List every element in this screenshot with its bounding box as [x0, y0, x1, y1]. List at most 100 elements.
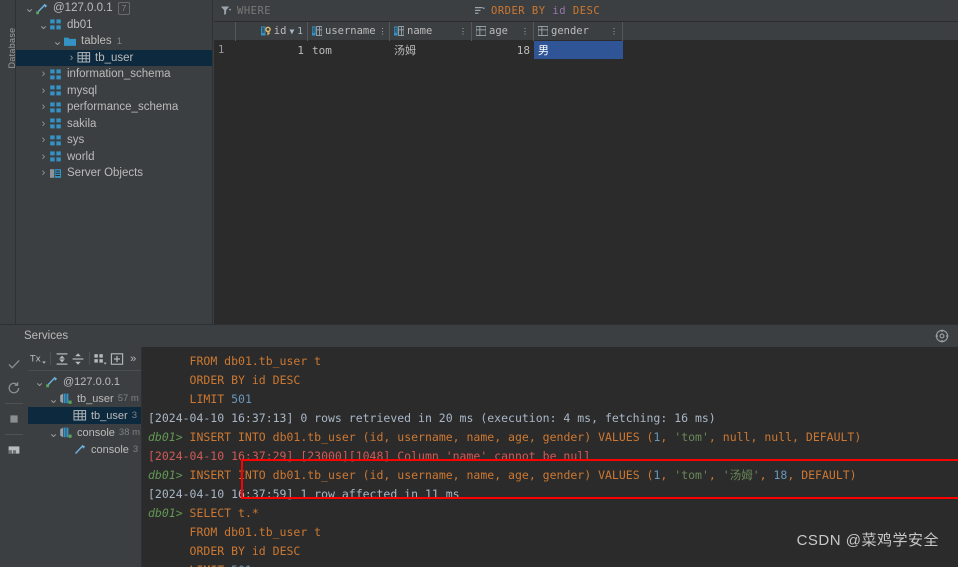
chevron-down-icon[interactable]: ⌄: [38, 19, 49, 31]
console-token: [148, 373, 190, 387]
chevron-right-icon[interactable]: ›: [66, 50, 77, 66]
sort-handle-icon[interactable]: ⋮: [379, 27, 387, 36]
console-token: 'tom': [674, 468, 709, 482]
grid-cell-gender[interactable]: 男: [534, 41, 623, 59]
sort-handle-icon[interactable]: ⋮: [521, 27, 529, 36]
grid-header-gender[interactable]: gender ⋮: [534, 21, 623, 41]
services-tree-item-tb_user[interactable]: ⌄ tb_user 57 m: [28, 390, 141, 407]
console-token: DEFAULT: [801, 468, 850, 482]
chevron-right-icon[interactable]: ›: [38, 99, 49, 115]
console-token: [2024-04-10 16:37:13] 0 rows retrieved i…: [148, 411, 716, 425]
chevron-down-icon[interactable]: ⌄: [34, 376, 45, 388]
db-tree-item-tb_user[interactable]: › tb_user: [16, 49, 212, 66]
rollback-icon[interactable]: [2, 376, 26, 400]
console-token: ): [584, 430, 599, 444]
group-icon[interactable]: [93, 349, 108, 369]
settings-gear-icon[interactable]: [935, 329, 949, 343]
db-tree-item-label: information_schema: [67, 68, 171, 81]
services-tree-item-label: console: [91, 443, 129, 456]
db-tree-item-sys[interactable]: › sys: [16, 132, 212, 149]
chevron-right-icon[interactable]: ›: [38, 149, 49, 165]
console-line: db01> SELECT t.*: [142, 504, 958, 523]
order-by-keyword: ORDER BY: [491, 4, 546, 17]
sort-arrow-icon[interactable]: ▼: [289, 27, 294, 36]
tx-icon[interactable]: Tx: [30, 349, 47, 369]
db-tree-item-information_schema[interactable]: › information_schema: [16, 66, 212, 83]
grid-cell-id[interactable]: 1: [236, 41, 308, 59]
stop-icon[interactable]: [2, 407, 26, 431]
chevron-right-icon[interactable]: ›: [38, 66, 49, 82]
session-icon: [59, 426, 73, 439]
grid-cell-username[interactable]: tom: [308, 41, 390, 59]
db-tree-item-world[interactable]: › world: [16, 149, 212, 166]
db-tree-item-sakila[interactable]: › sakila: [16, 116, 212, 133]
schema-icon: [49, 134, 63, 147]
services-session-tree[interactable]: ⌄ @127.0.0.1 ⌄ tb_user 57 m tb_user 3 ⌄ console 3…: [28, 371, 141, 458]
console-line: [2024-04-10 16:37:13] 0 rows retrieved i…: [142, 409, 958, 428]
services-tree-column: Tx » ⌄ @127.0.0.1 ⌄ tb_user 57 m tb_user…: [28, 347, 142, 567]
chevron-down-icon[interactable]: ⌄: [48, 427, 59, 439]
chevron-down-icon[interactable]: ⌄: [48, 393, 59, 405]
chevron-down-icon[interactable]: ⌄: [24, 2, 35, 14]
expand-all-icon[interactable]: [54, 349, 69, 369]
table-row[interactable]: 1 1 tom 汤姆 18 男: [214, 41, 958, 59]
chevron-right-icon[interactable]: ›: [38, 83, 49, 99]
grid-cell-num[interactable]: 1: [214, 41, 236, 59]
toolbar-divider: [5, 434, 23, 435]
run-check-icon[interactable]: [2, 352, 26, 376]
console-line: [2024-04-10 16:37:59] 1 row affected in …: [142, 485, 958, 504]
grid-header-filler: [623, 22, 958, 41]
console-token: ,: [750, 430, 765, 444]
toolbar-divider: [50, 352, 51, 365]
console-token: VALUES: [598, 430, 640, 444]
db-tree-item-tables[interactable]: ⌄ tables 1: [16, 33, 212, 50]
db-tree-item-db01[interactable]: ⌄ db01: [16, 17, 212, 34]
grid-header-age[interactable]: age ⋮: [472, 21, 534, 41]
db-tree-item-127001[interactable]: ⌄ @127.0.0.1 7: [16, 0, 212, 17]
chevron-right-icon[interactable]: ›: [38, 165, 49, 181]
grid-header-id-label: id: [273, 25, 287, 37]
services-tree-item-console[interactable]: console 3: [28, 441, 141, 458]
new-tab-icon[interactable]: [109, 349, 124, 369]
db-tree-item-badge: 1: [116, 35, 122, 47]
sort-handle-icon[interactable]: ⋮: [459, 27, 467, 36]
grid-cell-age[interactable]: 18: [472, 41, 534, 59]
grid-header-name[interactable]: name ⋮: [390, 21, 472, 41]
console-token: id: [244, 544, 273, 558]
console-token: [148, 354, 190, 368]
db-tree-item-serverobjects[interactable]: › Server Objects: [16, 165, 212, 182]
layout-icon[interactable]: [2, 438, 26, 462]
services-tree-item-127001[interactable]: ⌄ @127.0.0.1: [28, 373, 141, 390]
chevron-down-icon[interactable]: ⌄: [52, 35, 63, 47]
where-filter[interactable]: WHERE: [214, 5, 470, 17]
db-tree-item-performance_schema[interactable]: › performance_schema: [16, 99, 212, 116]
services-tree-item-console[interactable]: ⌄ console 38 m: [28, 424, 141, 441]
console-token: [148, 563, 190, 567]
table-icon: [73, 409, 87, 422]
grid-header-username[interactable]: username ⋮: [308, 21, 390, 41]
console-token: INSERT INTO: [189, 468, 266, 482]
db-tree-item-mysql[interactable]: › mysql: [16, 83, 212, 100]
sort-handle-icon[interactable]: ⋮: [610, 27, 618, 36]
grid-header-id[interactable]: id ▼ 1: [236, 21, 308, 41]
order-by-filter[interactable]: ORDER BY id DESC: [470, 5, 600, 17]
db-tree-item-label: db01: [67, 18, 93, 31]
chevron-right-icon[interactable]: ›: [38, 116, 49, 132]
db-tree-item-label: world: [67, 150, 95, 163]
console-token: ,: [708, 430, 723, 444]
grid-header-username-label: username: [325, 25, 376, 37]
table-icon: [77, 51, 91, 64]
grid-header-name-label: name: [407, 25, 433, 37]
watermark: CSDN @菜鸡学安全: [796, 532, 939, 549]
ide-window: Database Bookmarks ⌄@127.0.0.17⌄db01⌄tab…: [0, 0, 958, 567]
console-token: t.*: [231, 506, 259, 520]
services-tree-item-tb_user[interactable]: tb_user 3: [28, 407, 141, 424]
sort-order-number: 1: [297, 25, 303, 37]
grid-cell-name[interactable]: 汤姆: [390, 41, 472, 59]
column-icon: [394, 26, 404, 36]
console-token: (: [639, 430, 654, 444]
more-chevron-icon[interactable]: »: [126, 349, 141, 369]
chevron-right-icon[interactable]: ›: [38, 132, 49, 148]
database-tree-panel[interactable]: ⌄ @127.0.0.1 7 ⌄ db01 ⌄ tables 1 › tb_user › inform…: [16, 0, 213, 324]
collapse-all-icon[interactable]: [70, 349, 85, 369]
